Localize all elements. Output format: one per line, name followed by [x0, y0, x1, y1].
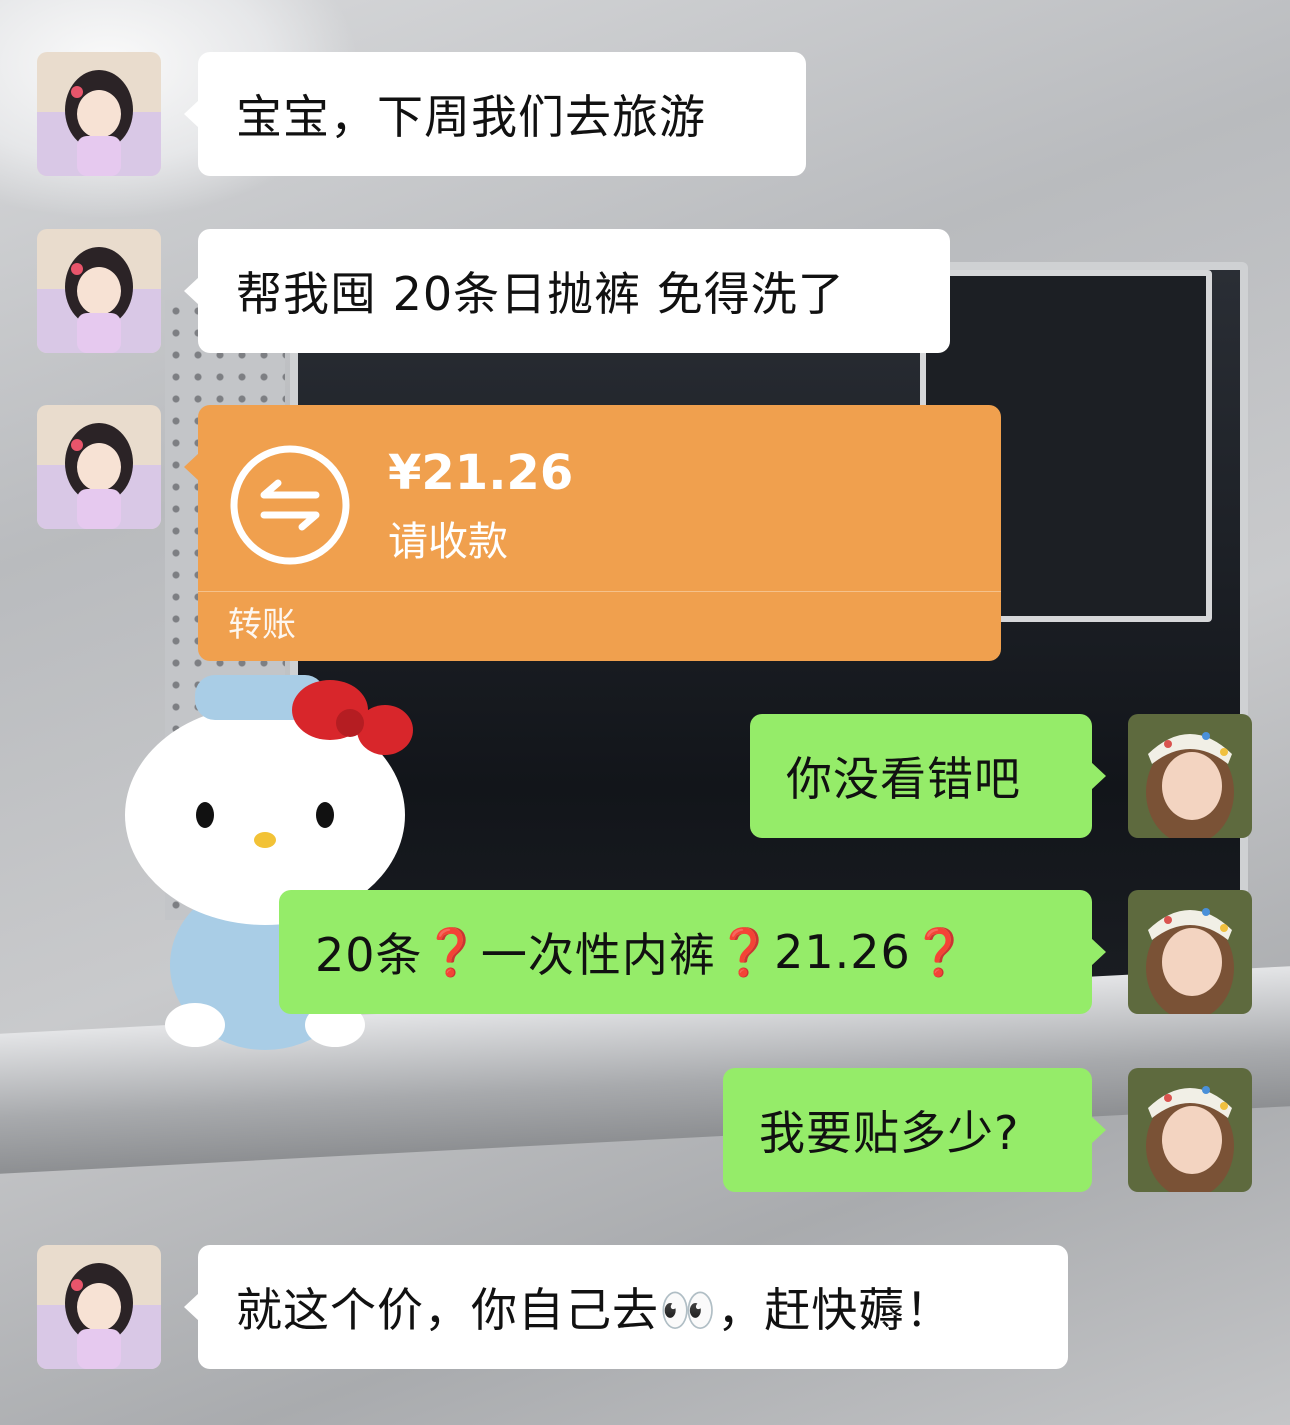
message-bubble-incoming[interactable]: 帮我囤 20条日抛裤 免得洗了 [184, 229, 950, 353]
avatar[interactable] [37, 405, 161, 529]
transfer-footer-label: 转账 [228, 605, 296, 645]
transfer-amount: ¥21.26 [388, 445, 574, 501]
avatar[interactable] [37, 1245, 161, 1369]
transfer-card[interactable]: ¥21.26 请收款 转账 [184, 405, 1001, 661]
message-text: 我要贴多少? [759, 1106, 1020, 1160]
avatar[interactable] [1128, 1068, 1252, 1192]
avatar[interactable] [1128, 890, 1252, 1014]
message-bubble-outgoing[interactable]: 我要贴多少? [723, 1068, 1106, 1192]
avatar[interactable] [37, 52, 161, 176]
anime-girl-avatar-icon [37, 405, 161, 529]
message-text-part: 20条 [315, 928, 423, 982]
message-text-part: 21.26 [774, 925, 911, 979]
message-text: 宝宝，下周我们去旅游 [236, 90, 706, 144]
message-text: 就这个价，你自己去👀，赶快薅！ [236, 1283, 953, 1337]
transfer-arrows-icon [230, 445, 350, 565]
message-text: 你没看错吧 [786, 752, 1021, 806]
message-text-part: 一次性内裤 [480, 928, 716, 982]
message-bubble-incoming[interactable]: 宝宝，下周我们去旅游 [184, 52, 806, 176]
anime-girl-avatar-icon [37, 1245, 161, 1369]
photo-girl-avatar-icon [1128, 1068, 1252, 1192]
transfer-divider [198, 591, 1001, 592]
transfer-status: 请收款 [388, 519, 508, 565]
message-text: 帮我囤 20条日抛裤 免得洗了 [236, 267, 845, 321]
anime-girl-avatar-icon [37, 229, 161, 353]
message-bubble-outgoing[interactable]: 20条 ❓ 一次性内裤 ❓ 21.26 ❓ [279, 890, 1106, 1014]
message-bubble-incoming[interactable]: 就这个价，你自己去👀，赶快薅！ [184, 1245, 1068, 1369]
chat-background [0, 0, 1290, 1425]
photo-girl-avatar-icon [1128, 890, 1252, 1014]
message-bubble-outgoing[interactable]: 你没看错吧 [750, 714, 1106, 838]
question-mark-emoji: ❓ [715, 924, 775, 979]
photo-girl-avatar-icon [1128, 714, 1252, 838]
avatar[interactable] [1128, 714, 1252, 838]
question-mark-emoji: ❓ [910, 924, 970, 979]
avatar[interactable] [37, 229, 161, 353]
question-mark-emoji: ❓ [422, 924, 481, 979]
anime-girl-avatar-icon [37, 52, 161, 176]
